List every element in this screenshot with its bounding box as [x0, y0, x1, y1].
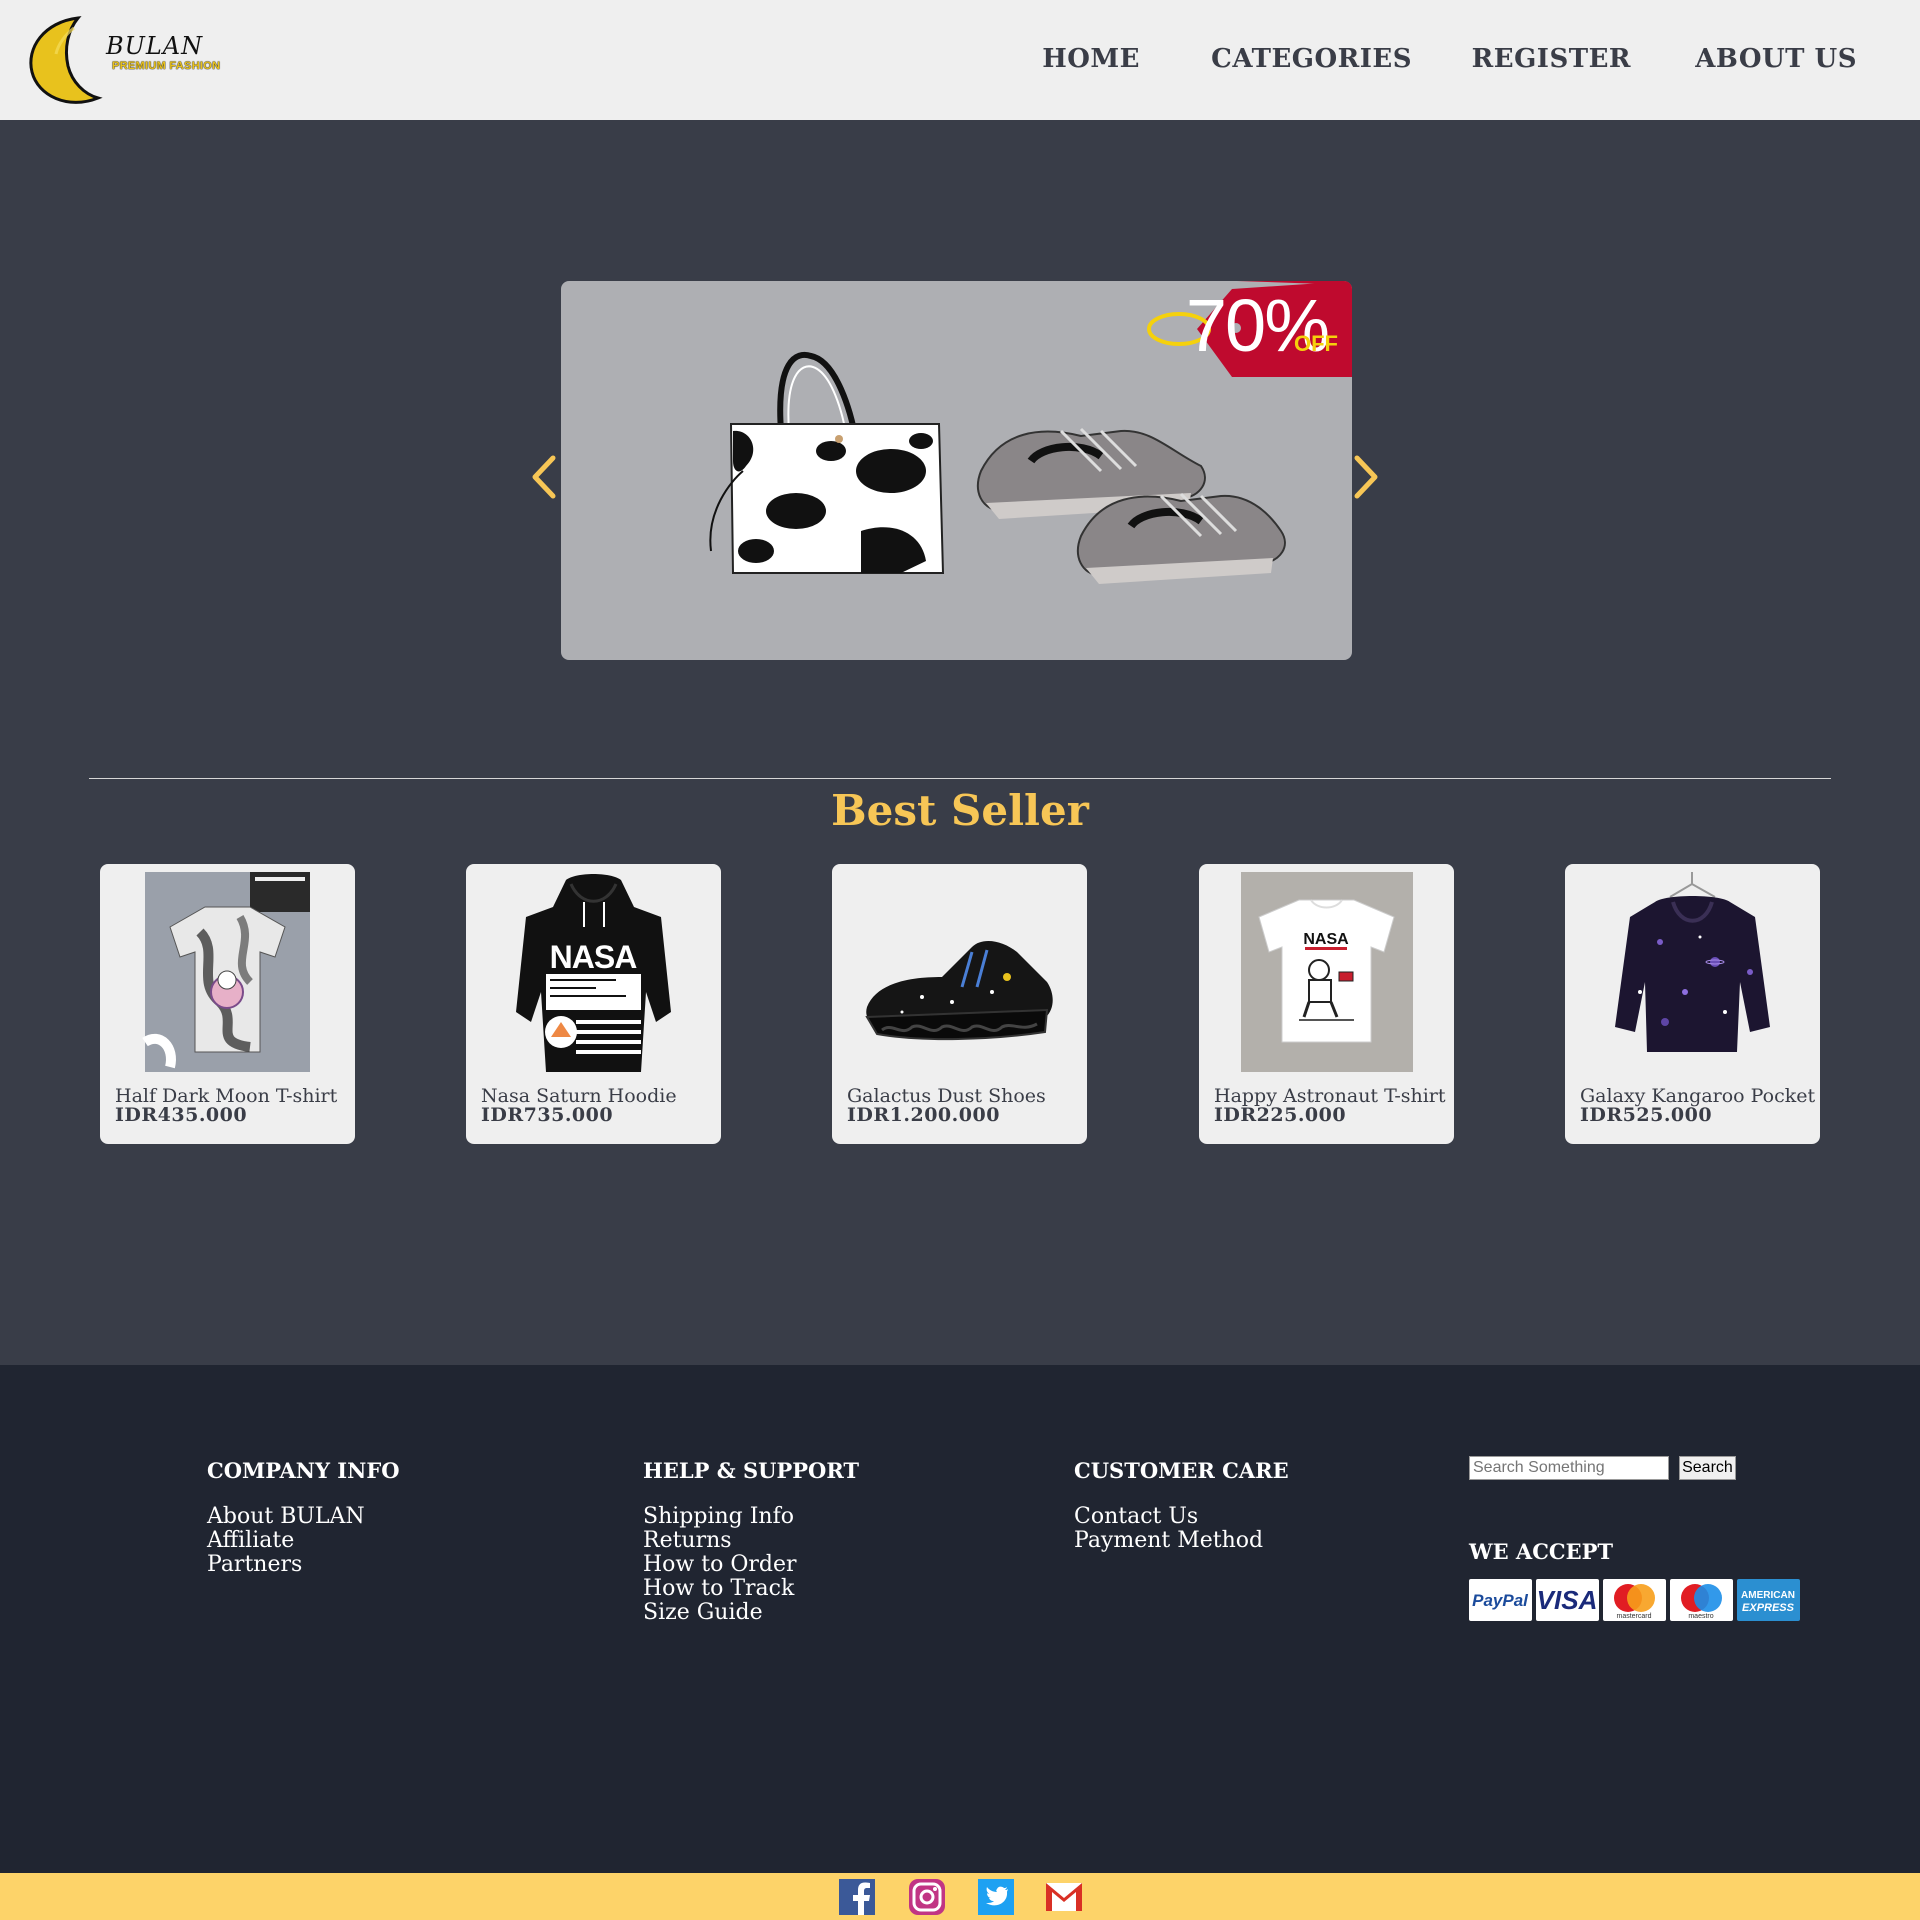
- product-card[interactable]: NASA Nasa Saturn Hoodie IDR735.000: [466, 864, 721, 1144]
- svg-text:NASA: NASA: [1303, 931, 1349, 948]
- footer-link-contact[interactable]: Contact Us: [1074, 1505, 1289, 1529]
- search-input[interactable]: [1469, 1456, 1669, 1480]
- chevron-left-icon: [532, 455, 556, 499]
- section-divider: [89, 778, 1831, 779]
- twitter-icon[interactable]: [976, 1879, 1016, 1915]
- footer-link-returns[interactable]: Returns: [643, 1529, 859, 1553]
- footer-search: Search: [1469, 1456, 1736, 1480]
- brand-name: BULAN: [106, 32, 204, 60]
- chevron-right-icon: [1354, 455, 1378, 499]
- product-image-astronaut-tshirt: NASA: [1241, 872, 1413, 1072]
- nav-categories[interactable]: CATEGORIES: [1211, 44, 1412, 74]
- product-image-sneaker: [865, 940, 1053, 1041]
- footer-care-title: CUSTOMER CARE: [1074, 1458, 1289, 1483]
- product-image-nasa-hoodie: NASA: [516, 874, 671, 1072]
- product-price: IDR435.000: [115, 1104, 248, 1126]
- brand-tagline: PREMIUM FASHION: [112, 60, 221, 72]
- facebook-icon[interactable]: [838, 1879, 878, 1915]
- footer-customer-care: CUSTOMER CARE Contact Us Payment Method: [1074, 1458, 1289, 1553]
- footer-company-info: COMPANY INFO About BULAN Affiliate Partn…: [207, 1458, 400, 1577]
- paypal-logo: PayPal: [1469, 1579, 1532, 1621]
- footer-link-shipping[interactable]: Shipping Info: [643, 1505, 859, 1529]
- product-price: IDR735.000: [481, 1104, 614, 1126]
- discount-label: OFF: [1294, 331, 1338, 356]
- nav-register[interactable]: REGISTER: [1472, 44, 1631, 74]
- product-card[interactable]: NASA Happy Astronaut T-shirt IDR225.000: [1199, 864, 1454, 1144]
- product-card[interactable]: Galactus Dust Shoes IDR1.200.000: [832, 864, 1087, 1144]
- product-image-galaxy-hoodie: [1603, 872, 1781, 1072]
- svg-text:VISA: VISA: [1537, 1585, 1598, 1615]
- we-accept-title: WE ACCEPT: [1469, 1539, 1614, 1564]
- carousel-next-button[interactable]: [1345, 452, 1385, 502]
- search-button[interactable]: Search: [1679, 1456, 1736, 1480]
- product-price: IDR225.000: [1214, 1104, 1347, 1126]
- discount-tag: 70% OFF: [1142, 281, 1352, 377]
- site-footer: COMPANY INFO About BULAN Affiliate Partn…: [0, 1365, 1920, 1873]
- footer-link-affiliate[interactable]: Affiliate: [207, 1529, 400, 1553]
- product-price: IDR525.000: [1580, 1104, 1713, 1126]
- best-seller-title: Best Seller: [831, 786, 1089, 835]
- product-image-tshirt-tie-dye: [142, 872, 310, 1072]
- footer-link-partners[interactable]: Partners: [207, 1553, 400, 1577]
- visa-logo: VISA: [1536, 1579, 1599, 1621]
- svg-text:AMERICAN: AMERICAN: [1741, 1590, 1795, 1601]
- product-price: IDR1.200.000: [847, 1104, 1000, 1126]
- footer-company-title: COMPANY INFO: [207, 1458, 400, 1483]
- footer-link-payment-method[interactable]: Payment Method: [1074, 1529, 1289, 1553]
- amex-logo: AMERICAN EXPRESS: [1737, 1579, 1800, 1621]
- footer-link-about[interactable]: About BULAN: [207, 1505, 400, 1529]
- social-bar: [0, 1873, 1920, 1920]
- maestro-logo: maestro: [1670, 1579, 1733, 1621]
- footer-link-how-to-track[interactable]: How to Track: [643, 1577, 859, 1601]
- svg-text:maestro: maestro: [1688, 1613, 1713, 1620]
- brand-logo[interactable]: BULAN PREMIUM FASHION: [26, 14, 246, 106]
- instagram-icon[interactable]: [907, 1879, 947, 1915]
- svg-text:EXPRESS: EXPRESS: [1742, 1602, 1795, 1614]
- nav-about-us[interactable]: ABOUT US: [1695, 44, 1857, 74]
- footer-link-how-to-order[interactable]: How to Order: [643, 1553, 859, 1577]
- product-card[interactable]: Half Dark Moon T-shirt IDR435.000: [100, 864, 355, 1144]
- site-header: BULAN PREMIUM FASHION HOME CATEGORIES RE…: [0, 0, 1920, 120]
- footer-help-support: HELP & SUPPORT Shipping Info Returns How…: [643, 1458, 859, 1625]
- carousel-prev-button[interactable]: [525, 452, 565, 502]
- nav-home[interactable]: HOME: [1042, 44, 1140, 74]
- svg-text:NASA: NASA: [550, 939, 638, 975]
- hero-banner[interactable]: 70% OFF: [561, 281, 1352, 660]
- mastercard-logo: mastercard: [1603, 1579, 1666, 1621]
- moon-icon: [29, 16, 103, 104]
- product-card[interactable]: Galaxy Kangaroo Pocket IDR525.000: [1565, 864, 1820, 1144]
- gmail-icon[interactable]: [1044, 1879, 1084, 1915]
- footer-link-size-guide[interactable]: Size Guide: [643, 1601, 859, 1625]
- svg-text:mastercard: mastercard: [1616, 1613, 1651, 1620]
- svg-text:PayPal: PayPal: [1472, 1591, 1529, 1610]
- footer-help-title: HELP & SUPPORT: [643, 1458, 860, 1483]
